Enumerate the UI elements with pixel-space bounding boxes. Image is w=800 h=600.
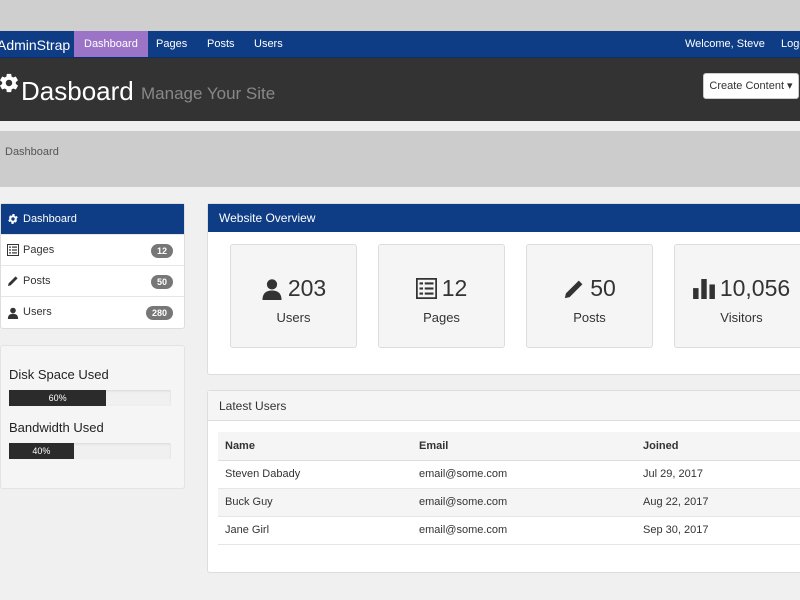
column-header: Name <box>218 432 412 461</box>
cell-email: email@some.com <box>412 488 636 517</box>
stat-label: Users <box>276 310 311 325</box>
user-icon <box>7 307 19 319</box>
stat-value: 12 <box>441 275 468 301</box>
count-badge: 50 <box>150 275 173 289</box>
cell-name: Jane Girl <box>218 516 412 545</box>
page-header: Dasboard Manage Your Site <box>0 58 800 121</box>
users-table: Name Email Joined Steven Dabady email@so… <box>218 432 800 545</box>
page-title: Dasboard <box>21 76 134 106</box>
cell-email: email@some.com <box>412 516 636 545</box>
stat-pages: 12 Pages <box>378 244 505 348</box>
top-gap <box>0 0 800 31</box>
table-row[interactable]: Buck Guy email@some.com Aug 22, 2017 <box>218 488 800 517</box>
disk-space-progress: 60% <box>9 390 171 406</box>
stat-users: 203 Users <box>230 244 357 348</box>
sidebar-item-label: Users <box>23 306 52 318</box>
table-header-row: Name Email Joined <box>218 432 800 461</box>
stat-value: 10,056 <box>719 275 791 301</box>
stat-value: 50 <box>590 275 616 301</box>
sidebar-item-pages[interactable]: Pages 12 <box>1 235 184 266</box>
sidebar-item-dashboard[interactable]: Dashboard <box>1 204 184 235</box>
sidebar-item-label: Pages <box>23 243 55 256</box>
create-content-button[interactable]: Create Content ▾ <box>703 73 799 99</box>
sidebar-item-users[interactable]: Users 280 <box>1 297 184 328</box>
stat-posts: 50 Posts <box>526 244 653 348</box>
latest-users-title: Latest Users <box>208 391 800 421</box>
list-icon <box>415 278 437 299</box>
sidebar-item-posts[interactable]: Posts 50 <box>1 266 184 297</box>
cell-email: email@some.com <box>412 460 636 489</box>
gear-icon <box>8 214 18 224</box>
breadcrumb-item: Dashboard <box>5 146 59 158</box>
nav-pages[interactable]: Pages <box>146 31 197 57</box>
sidebar: Dashboard Pages 12 Posts 50 Users 280 <box>0 203 185 329</box>
overview-panel: Website Overview 203 Users 12 Pages 50 P… <box>207 203 800 375</box>
table-row[interactable]: Steven Dabady email@some.com Jul 29, 201… <box>218 460 800 489</box>
cell-joined: Jul 29, 2017 <box>636 460 800 489</box>
column-header: Email <box>412 432 636 461</box>
navbar: AdminStrap Dashboard Pages Posts Users W… <box>0 31 800 58</box>
bandwidth-progress: 40% <box>9 443 171 459</box>
nav-users[interactable]: Users <box>244 31 293 57</box>
nav-posts[interactable]: Posts <box>197 31 245 57</box>
nav-welcome[interactable]: Welcome, Steve <box>675 31 775 57</box>
breadcrumb: Dashboard <box>0 131 800 187</box>
count-badge: 12 <box>150 244 173 258</box>
pencil-icon <box>8 276 18 286</box>
usage-well: Disk Space Used 60% Bandwidth Used 40% <box>0 345 185 489</box>
bar-chart-icon <box>692 278 715 299</box>
disk-space-fill: 60% <box>9 390 107 406</box>
sidebar-item-label: Posts <box>23 274 51 287</box>
cell-joined: Aug 22, 2017 <box>636 488 800 517</box>
user-icon <box>262 278 282 300</box>
cell-name: Buck Guy <box>218 488 412 517</box>
column-header: Joined <box>636 432 800 461</box>
nav-dashboard[interactable]: Dashboard <box>74 31 148 57</box>
stat-label: Visitors <box>720 310 763 325</box>
latest-users-panel: Latest Users Name Email Joined Steven Da… <box>207 390 800 573</box>
count-badge: 280 <box>145 306 173 320</box>
brand-logo[interactable]: AdminStrap <box>0 37 70 53</box>
gear-icon <box>0 73 18 93</box>
sidebar-item-label: Dashboard <box>23 212 77 225</box>
overview-title: Website Overview <box>208 204 800 232</box>
bandwidth-label: Bandwidth Used <box>9 420 104 435</box>
nav-logout[interactable]: Logo <box>771 31 800 57</box>
bandwidth-fill: 40% <box>9 443 74 459</box>
table-row[interactable]: Jane Girl email@some.com Sep 30, 2017 <box>218 516 800 545</box>
stat-label: Pages <box>423 310 460 325</box>
stat-value: 203 <box>287 275 327 301</box>
page-subtitle: Manage Your Site <box>141 84 276 103</box>
list-icon <box>7 244 19 256</box>
cell-name: Steven Dabady <box>218 460 412 489</box>
disk-space-label: Disk Space Used <box>9 367 109 382</box>
cell-joined: Sep 30, 2017 <box>636 516 800 545</box>
stat-label: Posts <box>573 310 606 325</box>
pencil-icon <box>565 280 583 298</box>
stat-visitors: 10,056 Visitors <box>674 244 800 348</box>
